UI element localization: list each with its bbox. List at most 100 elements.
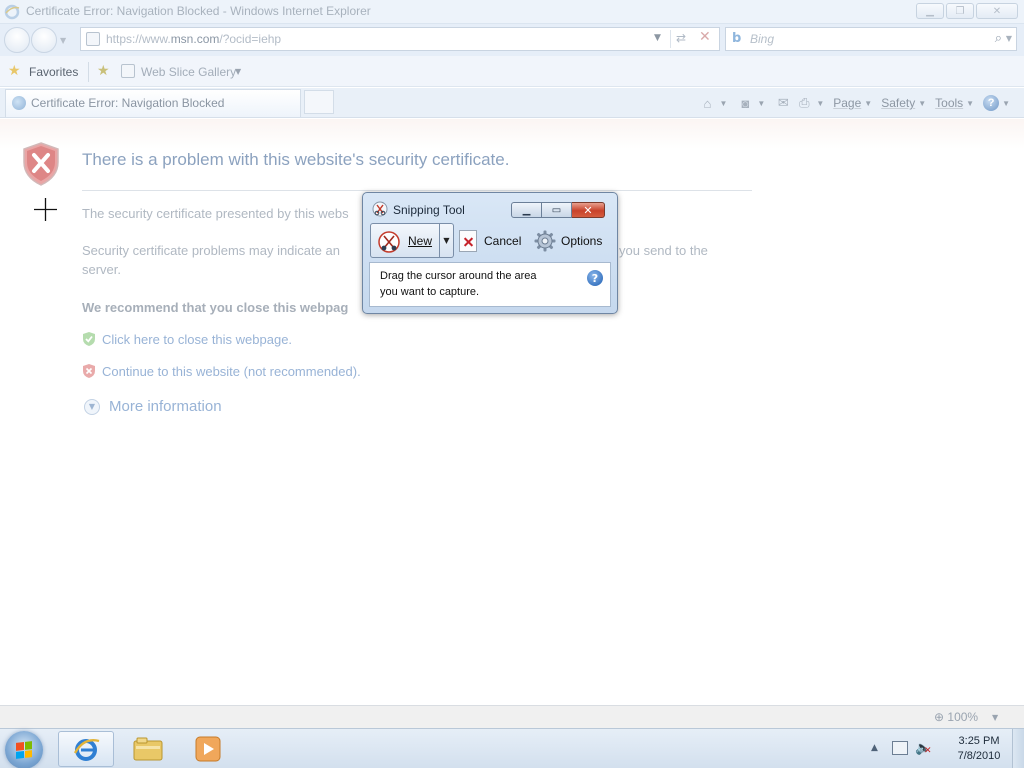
address-bar[interactable]: https://www.msn.com/?ocid=iehp ▼ ⇄ ✕: [80, 27, 720, 51]
search-icon[interactable]: ⌕: [995, 31, 1002, 46]
taskbar-internet-explorer[interactable]: [58, 731, 114, 767]
security-warning-line2: server.: [82, 262, 122, 277]
new-snip-label: New: [408, 234, 433, 248]
favorites-button[interactable]: Favorites: [29, 65, 78, 79]
add-to-favorites-bar-icon[interactable]: ★: [97, 63, 110, 79]
favorites-separator: [88, 62, 89, 82]
favorites-star-icon[interactable]: ★: [8, 63, 21, 79]
close-button[interactable]: ✕: [976, 3, 1018, 19]
forward-button[interactable]: [31, 27, 57, 53]
snipping-minimize-button[interactable]: ▁: [511, 202, 542, 218]
continue-to-website-link[interactable]: Continue to this website (not recommende…: [102, 364, 361, 379]
clock-time: 3:25 PM: [958, 735, 1000, 747]
red-shield-x-icon: [83, 364, 95, 378]
tab-label: Certificate Error: Navigation Blocked: [31, 96, 225, 110]
snipping-maximize-button[interactable]: ▭: [542, 202, 572, 218]
chevron-down-icon: ▼: [443, 236, 450, 245]
print-dropdown-icon[interactable]: ▼: [816, 99, 824, 108]
minimize-button[interactable]: ▁: [916, 3, 944, 19]
internet-explorer-icon: [4, 4, 20, 20]
show-hidden-icons-icon[interactable]: ▲: [871, 743, 878, 753]
help-dropdown-icon[interactable]: ▼: [1002, 99, 1010, 108]
continue-website-option[interactable]: Continue to this website (not recommende…: [82, 362, 361, 380]
windows-logo-icon: [16, 741, 32, 759]
error-heading: There is a problem with this website's s…: [82, 150, 510, 169]
status-bar: ⊕ 100% ▼: [0, 705, 1024, 728]
snipping-tool-title: Snipping Tool: [393, 203, 465, 217]
zoom-level[interactable]: ⊕ 100%: [934, 710, 978, 724]
window-title: Certificate Error: Navigation Blocked - …: [26, 4, 371, 18]
address-url[interactable]: https://www.msn.com/?ocid=iehp: [106, 32, 281, 46]
folder-icon: [133, 737, 163, 761]
zoom-dropdown-icon[interactable]: ▼: [992, 713, 998, 722]
favorites-bar: ★ Favorites ★ Web Slice Gallery ▼: [0, 56, 1024, 87]
tools-menu-dropdown-icon[interactable]: ▼: [966, 99, 974, 108]
snipping-tool-window[interactable]: Snipping Tool ▁ ▭ ✕ New ▼ Cancel Options…: [362, 192, 618, 314]
show-desktop-button[interactable]: [1012, 729, 1024, 768]
minimize-icon: ▁: [522, 204, 531, 216]
window-title-bar: Certificate Error: Navigation Blocked - …: [0, 0, 1024, 24]
start-button[interactable]: [5, 731, 43, 768]
new-snip-scissors-icon: [378, 231, 400, 253]
more-information-label[interactable]: More information: [109, 398, 222, 415]
refresh-icon[interactable]: ⇄: [676, 31, 686, 45]
certificate-explanation: The security certificate presented by th…: [82, 206, 349, 221]
taskbar: ▲ 🔈 ✕ 3:25 PM 7/8/2010: [0, 728, 1024, 768]
clock-date: 7/8/2010: [957, 750, 1001, 762]
feeds-dropdown-icon[interactable]: ▼: [757, 99, 765, 108]
recent-pages-dropdown-icon[interactable]: ▼: [60, 36, 66, 45]
search-placeholder[interactable]: Bing: [750, 32, 774, 46]
minimize-icon: ▁: [926, 5, 934, 17]
taskbar-media-player[interactable]: [180, 731, 236, 767]
snip-mode-dropdown[interactable]: ▼: [440, 223, 454, 258]
tools-menu[interactable]: Tools: [935, 96, 963, 110]
safety-menu[interactable]: Safety: [881, 96, 915, 110]
snipping-instructions: Drag the cursor around the area you want…: [380, 270, 537, 298]
web-slice-dropdown-icon[interactable]: ▼: [235, 67, 241, 76]
green-shield-check-icon: [83, 332, 95, 346]
snipping-close-button[interactable]: ✕: [572, 202, 605, 218]
taskbar-windows-explorer[interactable]: [120, 731, 176, 767]
home-dropdown-icon[interactable]: ▼: [719, 99, 727, 108]
feeds-icon[interactable]: ◙: [736, 96, 754, 111]
help-icon[interactable]: ?: [983, 95, 1000, 111]
tab-page-icon: [12, 96, 26, 110]
web-slice-gallery-link[interactable]: Web Slice Gallery: [141, 65, 236, 79]
new-tab-button[interactable]: [304, 90, 334, 114]
stop-icon[interactable]: ✕: [699, 29, 711, 45]
media-player-icon: [195, 736, 221, 762]
scissors-icon: [372, 201, 388, 217]
security-warning-line1-end: you send to the: [619, 243, 708, 258]
tab-bar: Certificate Error: Navigation Blocked ⌂ …: [0, 88, 1024, 118]
options-button[interactable]: Options: [534, 227, 602, 255]
back-button[interactable]: [4, 27, 30, 53]
safety-menu-dropdown-icon[interactable]: ▼: [918, 99, 926, 108]
snipping-help-icon[interactable]: ?: [587, 270, 603, 286]
new-snip-button[interactable]: New: [370, 223, 440, 258]
security-warning-line1: Security certificate problems may indica…: [82, 243, 340, 258]
content-top-fade: [0, 119, 1024, 149]
chevron-down-icon: ▼: [84, 398, 100, 415]
navigation-bar: ▼ https://www.msn.com/?ocid=iehp ▼ ⇄ ✕ b…: [0, 24, 1024, 56]
tab-certificate-error[interactable]: Certificate Error: Navigation Blocked: [5, 89, 301, 117]
search-box[interactable]: b Bing ⌕ ▼: [725, 27, 1017, 51]
mail-icon[interactable]: ✉: [774, 95, 792, 111]
address-separator: [670, 30, 671, 48]
home-icon[interactable]: ⌂: [698, 96, 716, 111]
system-tray: ▲ 🔈 ✕ 3:25 PM 7/8/2010: [865, 729, 1024, 768]
cancel-snip-button[interactable]: Cancel: [459, 227, 521, 255]
snipping-toolbar: New ▼ Cancel Options: [369, 223, 613, 259]
page-menu[interactable]: Page: [833, 96, 861, 110]
address-dropdown-icon[interactable]: ▼: [654, 33, 661, 43]
restore-button[interactable]: ❐: [946, 3, 974, 19]
search-dropdown-icon[interactable]: ▼: [1006, 34, 1012, 43]
page-menu-dropdown-icon[interactable]: ▼: [864, 99, 872, 108]
gear-icon: [534, 230, 556, 252]
clock[interactable]: 3:25 PM 7/8/2010: [949, 734, 1009, 764]
more-information-toggle[interactable]: ▼ More information: [84, 398, 222, 415]
close-webpage-link[interactable]: Click here to close this webpage.: [102, 332, 292, 347]
print-icon[interactable]: ⎙: [795, 95, 813, 111]
close-icon: ✕: [583, 203, 593, 217]
network-icon[interactable]: [892, 741, 908, 755]
close-webpage-option[interactable]: Click here to close this webpage.: [82, 330, 292, 348]
